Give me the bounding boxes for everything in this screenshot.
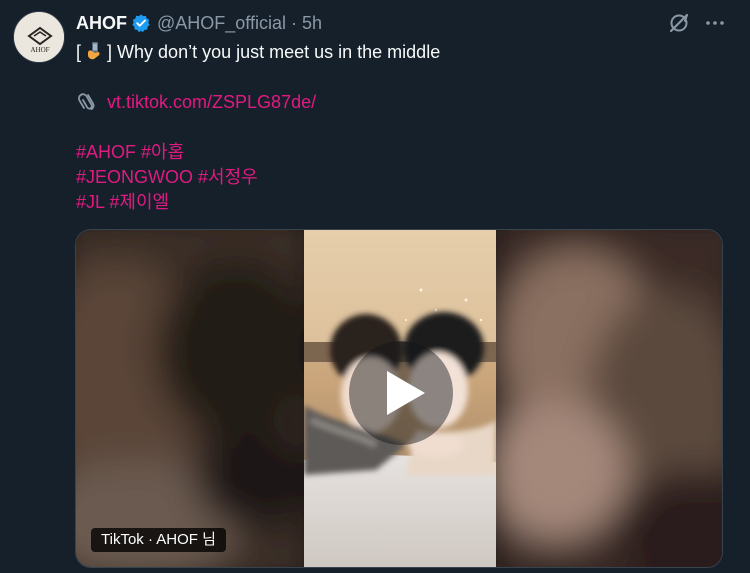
avatar-text: AHOF: [30, 46, 49, 54]
text-prefix: [: [76, 42, 82, 62]
hashtag[interactable]: #서정우: [198, 167, 258, 187]
link-line: vt.tiktok.com/ZSPLG87de/: [76, 90, 716, 115]
tweet-header: AHOF @AHOF_official · 5h: [76, 12, 322, 34]
play-icon: [349, 341, 453, 445]
timestamp[interactable]: 5h: [302, 12, 322, 34]
hashtag[interactable]: #제이엘: [109, 192, 169, 212]
avatar[interactable]: AHOF: [13, 11, 65, 63]
hashtag[interactable]: #아홉: [141, 142, 184, 162]
hashtag-line-3: #JL #제이엘: [76, 190, 716, 215]
hashtag[interactable]: #AHOF: [76, 142, 136, 162]
tiktok-link[interactable]: vt.tiktok.com/ZSPLG87de/: [107, 92, 316, 112]
hashtag[interactable]: #JEONGWOO: [76, 167, 193, 187]
verified-badge-icon[interactable]: [131, 13, 151, 33]
tweet-text-line-1: [ ] Why don’t you just meet us in the mi…: [76, 40, 716, 65]
separator: ·: [290, 13, 297, 33]
paperclip-icon: [76, 90, 98, 119]
display-name[interactable]: AHOF: [76, 12, 127, 34]
media-caption: TikTok · AHOF 님: [91, 528, 226, 552]
hashtag-line-2: #JEONGWOO #서정우: [76, 165, 716, 190]
tweet[interactable]: AHOF AHOF @AHOF_official · 5h [] Why do…: [0, 0, 750, 573]
play-button[interactable]: [349, 341, 453, 445]
handle[interactable]: @AHOF_official: [157, 12, 286, 34]
more-icon[interactable]: [704, 12, 726, 34]
phone-in-hand-icon: [86, 41, 102, 68]
hashtag[interactable]: #JL: [76, 192, 104, 212]
hashtag-line-1: #AHOF #아홉: [76, 140, 716, 165]
ahof-logo-icon: AHOF: [14, 12, 64, 62]
grok-icon[interactable]: [668, 12, 690, 34]
tweet-text: [ ] Why don’t you just meet us in the mi…: [76, 40, 716, 215]
header-actions: [668, 12, 726, 34]
text-body: ] Why don’t you just meet us in the midd…: [107, 42, 441, 62]
